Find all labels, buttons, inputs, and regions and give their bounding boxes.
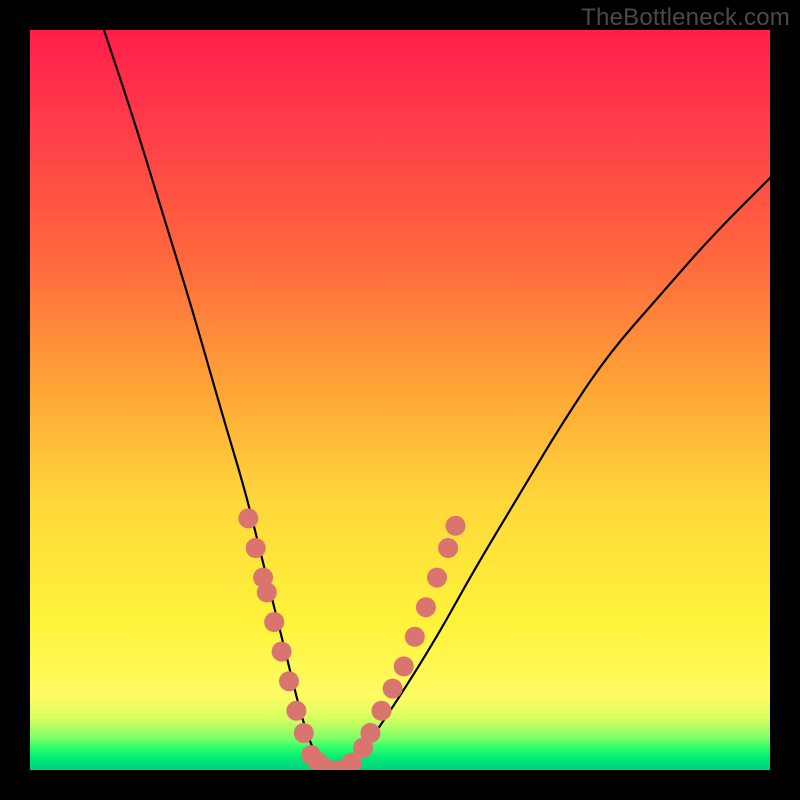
curve-marker (360, 723, 380, 743)
curve-marker (264, 612, 284, 632)
curve-marker (446, 516, 466, 536)
curve-marker (246, 538, 266, 558)
curve-marker (438, 538, 458, 558)
curve-markers (238, 508, 465, 770)
curve-marker (272, 642, 292, 662)
curve-marker (372, 701, 392, 721)
curve-marker (286, 701, 306, 721)
curve-marker (405, 627, 425, 647)
chart-frame: TheBottleneck.com (0, 0, 800, 800)
curve-marker (294, 723, 314, 743)
curve-marker (279, 671, 299, 691)
curve-marker (257, 582, 277, 602)
curve-marker (383, 679, 403, 699)
curve-svg (30, 30, 770, 770)
curve-marker (394, 656, 414, 676)
bottleneck-curve (104, 30, 770, 768)
watermark-text: TheBottleneck.com (581, 4, 790, 32)
curve-marker (427, 568, 447, 588)
curve-marker (238, 508, 258, 528)
curve-marker (416, 597, 436, 617)
plot-area (30, 30, 770, 770)
